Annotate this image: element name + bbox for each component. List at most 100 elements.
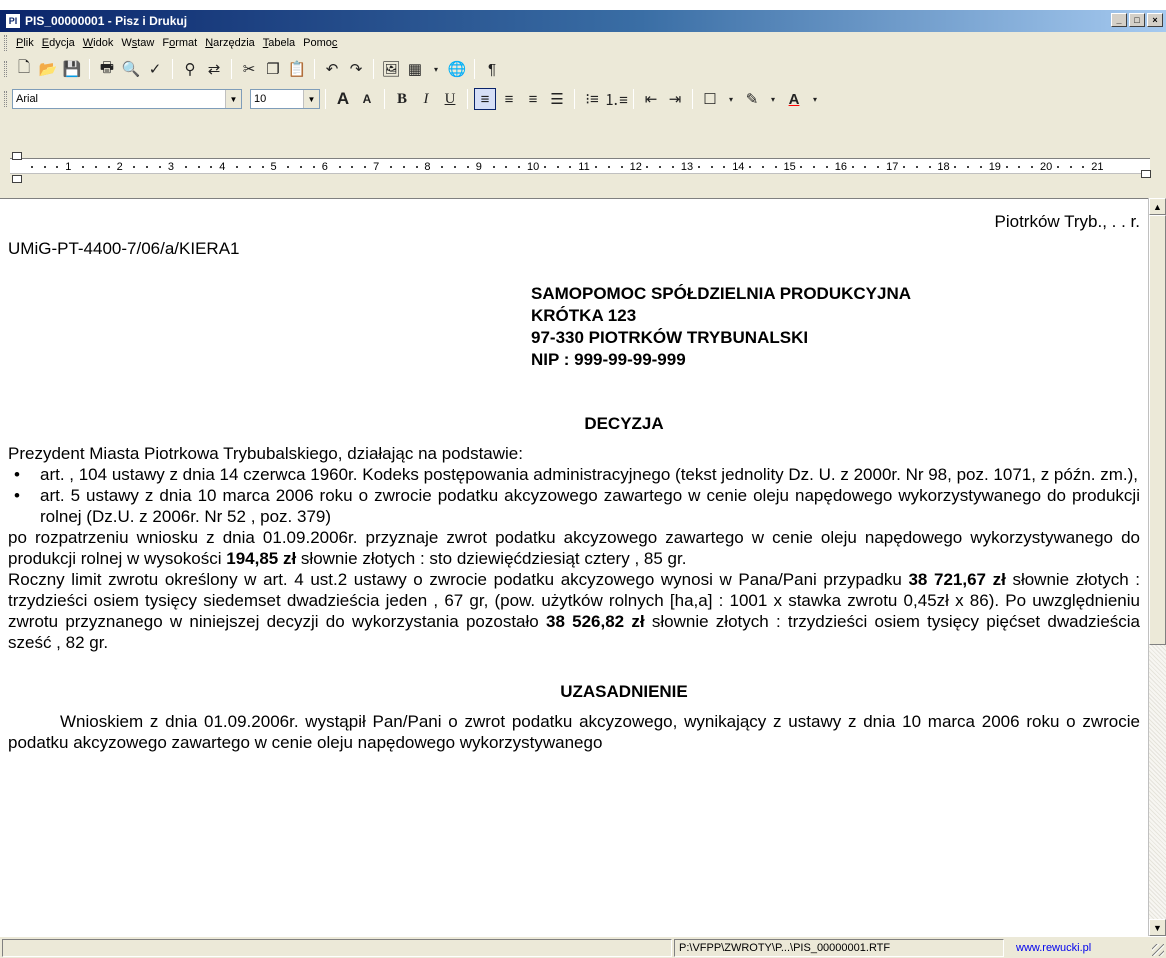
menu-item[interactable]: Format <box>158 37 201 49</box>
maximize-button[interactable]: □ <box>1129 13 1145 27</box>
menu-item[interactable]: Plik <box>12 37 38 49</box>
ruler-tick <box>492 166 495 168</box>
recipient-block: SAMOPOMOC SPÓŁDZIELNIA PRODUKCYJNA KRÓTK… <box>531 283 1140 371</box>
ruler-track[interactable]: 1 2 3 4 5 6 7 8 9 10 11 12 13 14 15 16 17 18 19 20 21 <box>10 158 1150 174</box>
right-indent-marker[interactable] <box>1141 170 1151 178</box>
ruler-tick <box>454 166 457 168</box>
top-strip <box>0 0 1166 10</box>
menu-item[interactable]: Tabela <box>259 37 299 49</box>
recipient-line: NIP : 999-99-99-999 <box>531 350 686 369</box>
font-color-dropdown-icon[interactable]: ▾ <box>807 88 823 110</box>
pilcrow-icon[interactable]: ¶ <box>481 58 503 80</box>
menu-label-part: idok <box>93 37 114 49</box>
shrink-font-icon[interactable]: A <box>356 88 378 110</box>
font-combo[interactable]: Arial ▼ <box>12 89 242 109</box>
spellcheck-icon[interactable]: ✓ <box>144 58 166 80</box>
print-preview-icon[interactable]: 🔍 <box>120 58 142 80</box>
toolbar-grip[interactable] <box>4 91 7 107</box>
bullet-list-icon[interactable]: ⁝≡ <box>581 88 603 110</box>
menu-item[interactable]: Widok <box>79 37 118 49</box>
copy-icon[interactable]: ❐ <box>262 58 284 80</box>
ruler-number: 16 <box>834 161 848 173</box>
numbered-list-icon[interactable]: ⒈≡ <box>604 88 628 110</box>
document-page[interactable]: Piotrków Tryb., . . r. UMiG-PT-4400-7/06… <box>8 211 1140 753</box>
italic-icon[interactable]: I <box>415 88 437 110</box>
bold-icon[interactable]: B <box>391 88 413 110</box>
grow-font-icon[interactable]: A <box>332 88 354 110</box>
align-center-icon[interactable]: ≡ <box>498 88 520 110</box>
toolbar-grip[interactable] <box>4 61 7 77</box>
ruler-tick <box>338 166 341 168</box>
title-bar[interactable]: PI PIS_00000001 - Pisz i Drukuj _ □ × <box>0 10 1166 32</box>
table-dropdown-icon[interactable]: ▾ <box>428 58 444 80</box>
highlight-icon[interactable]: ✎ <box>741 88 763 110</box>
highlight-dropdown-icon[interactable]: ▾ <box>765 88 781 110</box>
menubar-grip[interactable] <box>4 35 7 51</box>
align-right-icon[interactable]: ≡ <box>522 88 544 110</box>
recipient-line: 97-330 PIOTRKÓW TRYBUNALSKI <box>531 328 809 347</box>
chevron-down-icon[interactable]: ▼ <box>303 90 319 108</box>
menu-item[interactable]: Wstaw <box>117 37 158 49</box>
app-icon[interactable]: PI <box>5 13 21 29</box>
link-icon[interactable]: 🌐 <box>446 58 468 80</box>
ruler-tick <box>43 166 46 168</box>
font-value: Arial <box>16 93 39 105</box>
ruler-tick <box>556 166 559 168</box>
document-area[interactable]: Piotrków Tryb., . . r. UMiG-PT-4400-7/06… <box>0 198 1148 936</box>
indent-icon[interactable]: ⇥ <box>664 88 686 110</box>
separator <box>692 89 693 109</box>
border-icon[interactable]: ☐ <box>699 88 721 110</box>
justify-icon[interactable]: ☰ <box>546 88 568 110</box>
image-icon[interactable]: 🖼 <box>380 58 402 80</box>
cut-icon[interactable]: ✂ <box>238 58 260 80</box>
scroll-down-icon[interactable]: ▼ <box>1149 919 1166 936</box>
separator <box>325 89 326 109</box>
minimize-button[interactable]: _ <box>1111 13 1127 27</box>
status-bar: P:\VFPP\ZWROTY\P...\PIS_00000001.RTF www… <box>0 936 1166 958</box>
redo-icon[interactable]: ↷ <box>345 58 367 80</box>
ruler-tick <box>94 166 97 168</box>
scroll-thumb[interactable] <box>1149 215 1166 645</box>
standard-toolbar: 🗋 📂 💾 🖶 🔍 ✓ ⚲ ⇄ ✂ ❐ 📋 ↶ ↷ 🖼 ▦ ▾ 🌐 ¶ <box>0 54 1166 84</box>
new-icon[interactable]: 🗋 <box>13 58 35 80</box>
underline-icon[interactable]: U <box>439 88 461 110</box>
first-line-indent-marker[interactable] <box>12 152 22 160</box>
justification-title: UZASADNIENIE <box>560 682 688 701</box>
ruler-tick <box>774 166 777 168</box>
ruler-tick <box>915 166 918 168</box>
menu-label-part: rmat <box>175 37 198 49</box>
menu-accelerator: E <box>41 37 50 49</box>
save-icon[interactable]: 💾 <box>61 58 83 80</box>
separator <box>89 59 90 79</box>
separator <box>633 89 634 109</box>
replace-icon[interactable]: ⇄ <box>203 58 225 80</box>
outdent-icon[interactable]: ⇤ <box>640 88 662 110</box>
ruler-tick <box>749 166 752 168</box>
resize-grip-icon[interactable] <box>1152 944 1164 956</box>
ruler-tick <box>56 166 59 168</box>
menu-item[interactable]: Narzędzia <box>201 37 259 49</box>
open-icon[interactable]: 📂 <box>37 58 59 80</box>
table-icon[interactable]: ▦ <box>404 58 426 80</box>
menu-item[interactable]: Edycja <box>38 37 79 49</box>
undo-icon[interactable]: ↶ <box>321 58 343 80</box>
font-color-icon[interactable]: A <box>783 88 805 110</box>
align-left-icon[interactable]: ≡ <box>474 88 496 110</box>
website-link[interactable]: www.rewucki.pl <box>1016 942 1091 954</box>
find-icon[interactable]: ⚲ <box>179 58 201 80</box>
ruler-tick <box>300 166 303 168</box>
menu-item[interactable]: Pomoc <box>299 37 341 49</box>
border-dropdown-icon[interactable]: ▾ <box>723 88 739 110</box>
close-button[interactable]: × <box>1147 13 1163 27</box>
left-indent-marker[interactable] <box>12 175 22 183</box>
chevron-down-icon[interactable]: ▼ <box>225 90 241 108</box>
paste-icon[interactable]: 📋 <box>286 58 308 80</box>
vertical-scrollbar[interactable]: ▲ ▼ <box>1148 198 1166 936</box>
decision-paragraph: po rozpatrzeniu wniosku z dnia 01.09.200… <box>8 527 1140 569</box>
ruler-number: 12 <box>629 161 642 173</box>
print-icon[interactable]: 🖶 <box>96 58 118 80</box>
scroll-up-icon[interactable]: ▲ <box>1149 198 1166 215</box>
menu-accelerator: W <box>82 37 94 49</box>
font-size-combo[interactable]: 10 ▼ <box>250 89 320 109</box>
ruler[interactable]: 1 2 3 4 5 6 7 8 9 10 11 12 13 14 15 16 17 18 19 20 21 <box>0 144 1166 198</box>
